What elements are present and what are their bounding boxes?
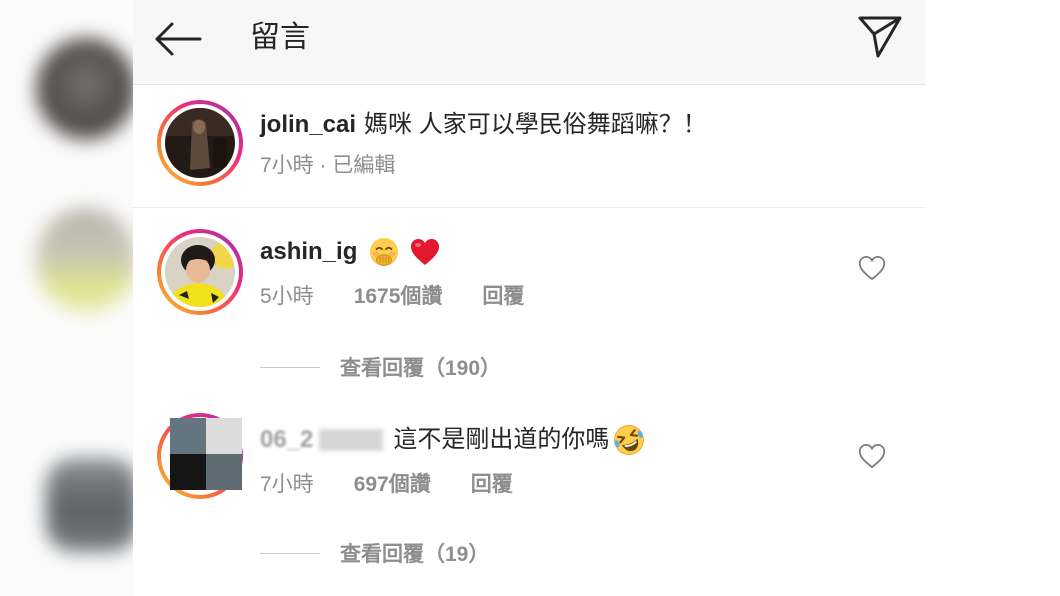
pixelated-avatar <box>170 418 242 490</box>
blurred-avatar <box>36 38 133 140</box>
comment-text: 這不是剛出道的你嗎 <box>393 426 610 453</box>
heart-outline-icon <box>858 444 886 469</box>
background-right <box>925 0 1060 596</box>
comment-meta-row: 5小時 1675個讚 回覆 <box>260 283 524 311</box>
comment-username[interactable]: 06_2 <box>260 425 313 455</box>
caption-meta-row: 7小時 · 已編輯 <box>260 152 395 180</box>
avatar <box>165 237 235 307</box>
comment-avatar[interactable] <box>157 413 243 499</box>
view-replies-button[interactable]: 查看回覆（19） <box>260 539 489 567</box>
rolling-on-the-floor-laughing-icon <box>613 424 645 456</box>
comment-like-button[interactable] <box>858 255 886 281</box>
blurred-background-left <box>0 0 133 596</box>
share-button[interactable] <box>855 12 905 60</box>
censor-block <box>319 429 384 451</box>
blurred-avatar <box>46 458 133 552</box>
view-replies-rule <box>260 366 320 368</box>
comment-row: 06_2 這不是剛出道的你嗎 <box>260 425 645 455</box>
caption-meta: 7小時 · 已編輯 <box>260 154 396 177</box>
comments-screen: 留言 jolin_cai 媽咪 人家可以學民俗舞蹈嘛？！ 7小時 · 已編輯 a… <box>133 0 925 596</box>
view-replies-rule <box>260 552 320 554</box>
reply-button[interactable]: 回覆 <box>471 471 513 499</box>
caption-text: 媽咪 人家可以學民俗舞蹈嘛？！ <box>364 111 707 138</box>
heart-outline-icon <box>858 256 886 281</box>
blurred-avatar <box>36 208 133 312</box>
view-replies-label: 查看回覆（190） <box>340 357 502 380</box>
avatar-photo <box>165 237 235 307</box>
divider <box>133 207 925 208</box>
caption-avatar[interactable] <box>157 100 243 186</box>
comment-avatar[interactable] <box>157 229 243 315</box>
comment-likes[interactable]: 697個讚 <box>354 471 431 499</box>
comment-time: 5小時 <box>260 285 314 308</box>
comment-time: 7小時 <box>260 473 314 496</box>
comment-username[interactable]: ashin_ig <box>260 237 357 267</box>
reply-button[interactable]: 回覆 <box>482 283 524 311</box>
paper-plane-icon <box>858 16 902 58</box>
red-heart-icon <box>409 237 441 267</box>
app-header: 留言 <box>133 0 925 85</box>
caption-row: jolin_cai 媽咪 人家可以學民俗舞蹈嘛？！ <box>260 110 707 140</box>
face-with-hand-over-mouth-icon <box>369 237 399 267</box>
view-replies-button[interactable]: 查看回覆（190） <box>260 353 501 381</box>
arrow-left-icon <box>155 22 202 56</box>
comment-likes[interactable]: 1675個讚 <box>354 283 443 311</box>
view-replies-label: 查看回覆（19） <box>340 543 490 566</box>
comment-row: ashin_ig <box>260 237 441 267</box>
comment-like-button[interactable] <box>858 443 886 469</box>
page-title: 留言 <box>250 21 310 54</box>
back-button[interactable] <box>153 21 203 57</box>
avatar <box>165 108 235 178</box>
comment-meta-row: 7小時 697個讚 回覆 <box>260 471 513 499</box>
avatar-photo <box>165 108 235 178</box>
caption-username[interactable]: jolin_cai <box>260 110 356 140</box>
